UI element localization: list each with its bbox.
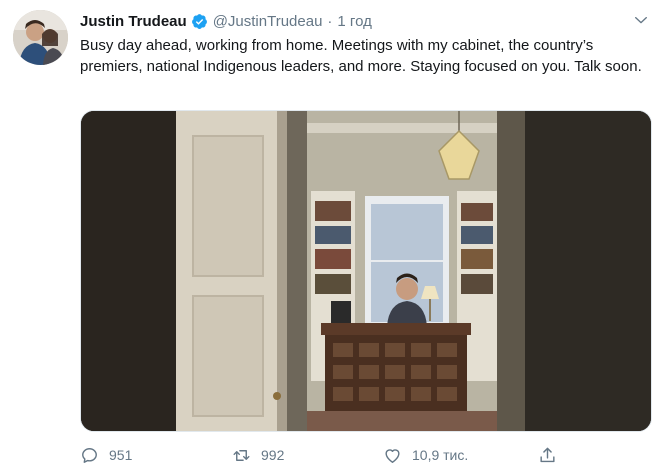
tweet-photo[interactable] [80,110,652,432]
share-icon [540,447,555,462]
comment-icon [82,447,97,463]
share-button[interactable] [538,444,567,466]
separator-dot: · [327,12,333,30]
tweet-header: Justin Trudeau @JustinTrudeau · 1 год [80,11,372,31]
photo-office-scene [81,111,651,431]
author-name[interactable]: Justin Trudeau [80,13,187,30]
tweet-timestamp[interactable]: 1 год [337,13,371,30]
avatar[interactable] [13,10,68,65]
author-handle[interactable]: @JustinTrudeau [213,13,323,30]
retweet-icon [233,449,250,461]
reply-count: 951 [109,447,133,463]
like-count: 10,9 тис. [412,447,469,463]
chevron-down-icon[interactable] [633,12,649,28]
tweet-text: Busy day ahead, working from home. Meeti… [80,37,642,75]
retweet-count: 992 [261,447,285,463]
like-button[interactable]: 10,9 тис. [383,444,468,466]
tweet: Justin Trudeau @JustinTrudeau · 1 год Bu… [0,0,666,472]
reply-button[interactable]: 951 [80,444,132,466]
retweet-button[interactable]: 992 [232,444,284,466]
avatar-image [13,10,68,65]
tweet-actions: 951 992 10,9 тис. [80,444,652,466]
verified-badge-icon [191,13,207,29]
heart-icon [385,448,400,463]
